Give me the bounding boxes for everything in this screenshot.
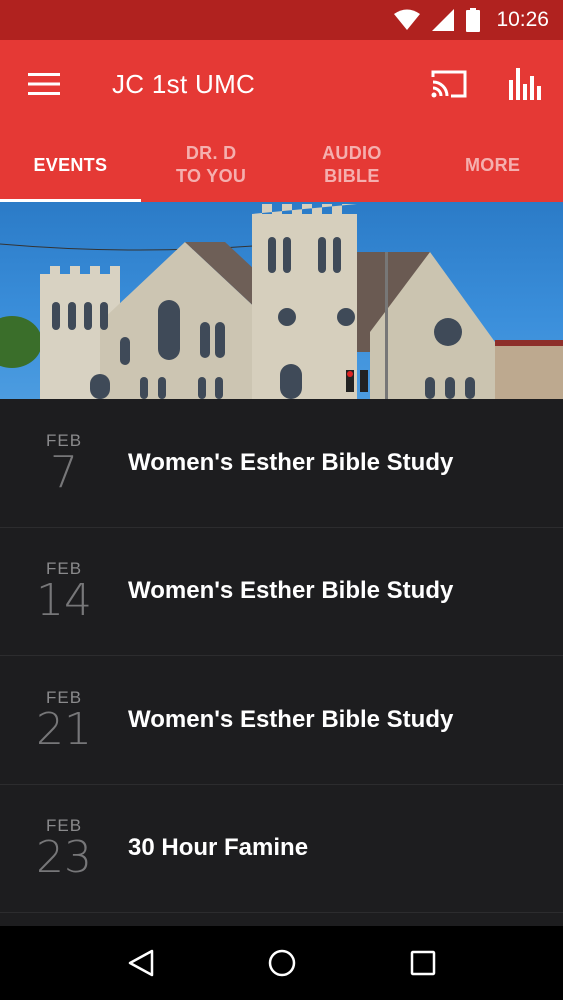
stats-button[interactable] [487, 40, 563, 128]
menu-button[interactable] [0, 40, 88, 128]
event-row[interactable]: FEB 7 Women's Esther Bible Study [0, 399, 563, 528]
tab-label: EVENTS [33, 154, 108, 175]
event-date: FEB 7 [0, 431, 128, 495]
event-date: FEB 23 [0, 816, 128, 880]
event-row[interactable]: FEB 23 30 Hour Famine [0, 784, 563, 913]
tab-audio-bible[interactable]: AUDIO BIBLE [282, 128, 423, 202]
event-date: FEB 14 [0, 559, 128, 623]
battery-icon [466, 8, 481, 32]
system-nav-bar [0, 926, 563, 1000]
back-button[interactable] [101, 926, 181, 1000]
event-title: Women's Esther Bible Study [128, 448, 454, 476]
event-title: Women's Esther Bible Study [128, 705, 454, 733]
tab-dr-d-to-you[interactable]: DR. D TO YOU [141, 128, 282, 202]
status-time: 10:26 [496, 8, 549, 31]
tab-events[interactable]: EVENTS [0, 128, 141, 202]
tab-label: DR. D TO YOU [176, 143, 247, 186]
tab-bar: EVENTS DR. D TO YOU AUDIO BIBLE MORE [0, 128, 563, 202]
cast-icon [431, 70, 467, 98]
event-title: Women's Esther Bible Study [128, 577, 454, 605]
back-icon [128, 949, 153, 977]
bar-chart-icon [509, 68, 541, 100]
event-date: FEB 21 [0, 688, 128, 752]
event-day: 7 [50, 446, 78, 498]
status-bar: 10:26 [0, 0, 563, 40]
tab-more[interactable]: MORE [422, 128, 563, 202]
app-bar: JC 1st UMC [0, 40, 563, 128]
home-button[interactable] [242, 926, 322, 1000]
wifi-icon [394, 9, 421, 30]
events-list: FEB 7 Women's Esther Bible Study FEB 14 … [0, 399, 563, 913]
home-icon [268, 949, 295, 977]
church-header-image [0, 202, 563, 399]
recents-button[interactable] [383, 926, 463, 1000]
app-title: JC 1st UMC [112, 68, 256, 99]
tab-label: AUDIO BIBLE [322, 143, 382, 186]
event-row[interactable]: FEB 21 Women's Esther Bible Study [0, 656, 563, 785]
menu-icon [28, 73, 60, 95]
event-day: 21 [36, 703, 92, 755]
event-day: 14 [36, 575, 92, 627]
cast-button[interactable] [411, 40, 487, 128]
event-title: 30 Hour Famine [128, 834, 309, 862]
event-day: 23 [36, 832, 92, 884]
recents-icon [410, 950, 435, 976]
cell-signal-icon [432, 9, 455, 31]
tab-label: MORE [465, 154, 521, 175]
event-row[interactable]: FEB 14 Women's Esther Bible Study [0, 527, 563, 656]
